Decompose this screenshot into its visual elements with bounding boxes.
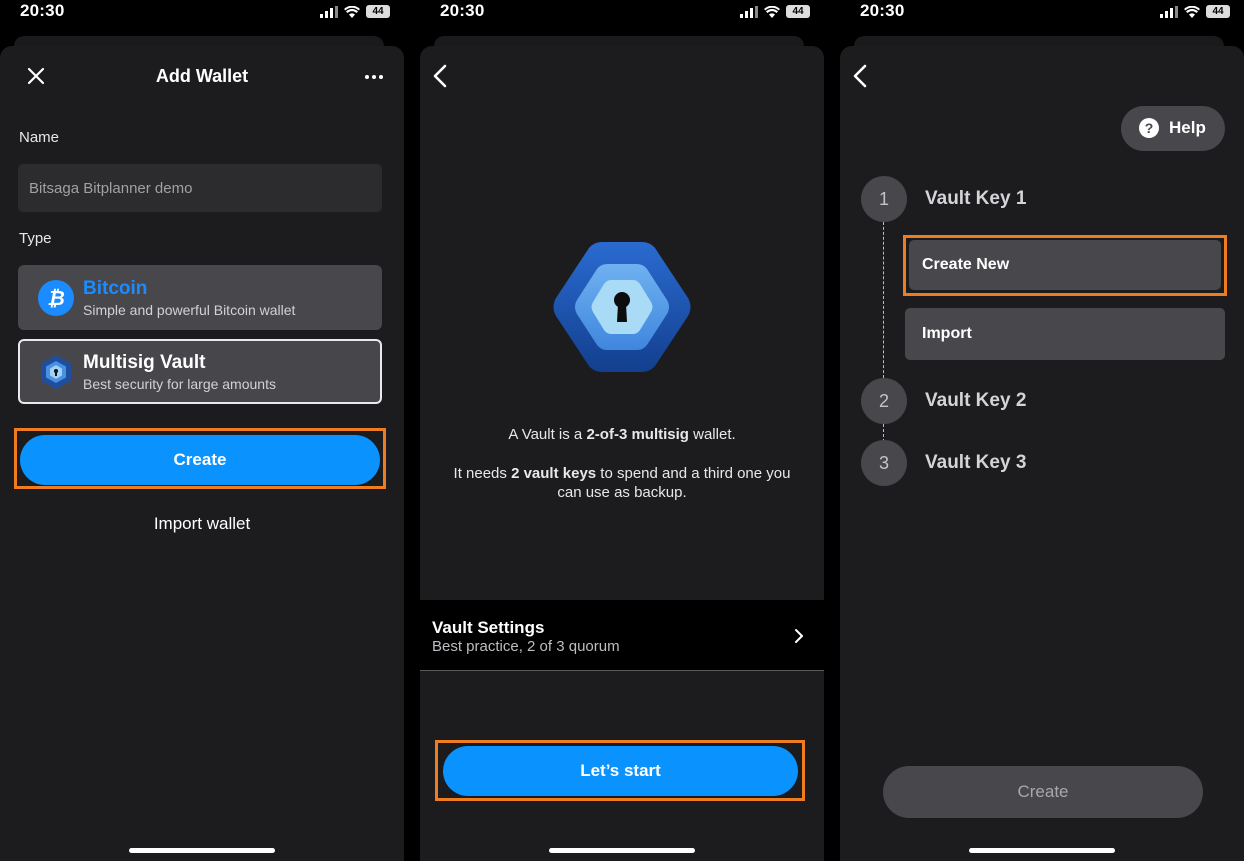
create-new-key-option[interactable]: Create New <box>909 240 1221 290</box>
status-bar: 20:30 44 <box>840 0 1244 26</box>
wallet-type-bitcoin[interactable]: ₿ Bitcoin Simple and powerful Bitcoin wa… <box>18 265 382 330</box>
back-arrow-icon[interactable] <box>428 62 454 90</box>
help-button[interactable]: ? Help <box>1121 106 1225 151</box>
type-label: Type <box>19 230 52 247</box>
wifi-icon <box>344 5 360 18</box>
import-key-option[interactable]: Import <box>905 308 1225 360</box>
name-label: Name <box>19 129 60 146</box>
home-indicator <box>129 848 275 853</box>
status-time: 20:30 <box>20 1 65 20</box>
home-indicator <box>969 848 1115 853</box>
vault-settings-row[interactable]: Vault Settings Best practice, 2 of 3 quo… <box>420 600 824 671</box>
bitcoin-subtitle: Simple and powerful Bitcoin wallet <box>83 302 296 318</box>
signal-icon <box>320 5 338 18</box>
add-wallet-screen: 20:30 44 Add Wallet Name Type ₿ Bitcoin … <box>0 0 404 861</box>
more-options-icon[interactable] <box>364 72 384 82</box>
battery-icon: 44 <box>786 5 810 18</box>
create-button-disabled[interactable]: Create <box>883 766 1203 818</box>
create-button[interactable]: Create <box>20 435 380 485</box>
vault-description-line3: can use as backup. <box>557 484 687 501</box>
wallet-name-input[interactable] <box>18 164 382 212</box>
status-time: 20:30 <box>440 1 485 20</box>
vault-intro-screen: 20:30 44 A Vault is a 2-of-3 multisig wa… <box>420 0 824 861</box>
status-bar: 20:30 44 <box>420 0 824 26</box>
status-time: 20:30 <box>860 1 905 20</box>
bitcoin-title: Bitcoin <box>83 278 148 299</box>
step-3-badge: 3 <box>861 440 907 486</box>
wifi-icon <box>1184 5 1200 18</box>
vault-intro-sheet <box>420 46 824 861</box>
step-2-label: Vault Key 2 <box>925 390 1027 411</box>
vault-logo-icon <box>553 242 691 372</box>
lets-start-button[interactable]: Let’s start <box>443 746 798 796</box>
vault-settings-subtitle: Best practice, 2 of 3 quorum <box>432 638 620 655</box>
battery-icon: 44 <box>1206 5 1230 18</box>
bitcoin-icon: ₿ <box>38 280 74 316</box>
wallet-type-multisig-vault[interactable]: Multisig Vault Best security for large a… <box>18 339 382 404</box>
status-bar: 20:30 44 <box>0 0 404 26</box>
signal-icon <box>1160 5 1178 18</box>
back-arrow-icon[interactable] <box>848 62 874 90</box>
steps-connector <box>883 222 884 378</box>
step-1-badge: 1 <box>861 176 907 222</box>
step-2-badge: 2 <box>861 378 907 424</box>
vault-description-line1: A Vault is a 2-of-3 multisig wallet. <box>508 426 736 443</box>
chevron-right-icon <box>795 629 803 643</box>
wifi-icon <box>764 5 780 18</box>
vault-description-line2: It needs 2 vault keys to spend and a thi… <box>453 465 791 482</box>
home-indicator <box>549 848 695 853</box>
step-3-label: Vault Key 3 <box>925 452 1027 473</box>
vault-keys-screen: 20:30 44 ? Help 1 Vault Key 1 Create New… <box>840 0 1244 861</box>
page-title: Add Wallet <box>155 66 249 86</box>
vault-settings-title: Vault Settings <box>432 618 545 637</box>
step-1-label: Vault Key 1 <box>925 188 1027 209</box>
svg-text:₿: ₿ <box>47 288 65 310</box>
multisig-title: Multisig Vault <box>83 352 206 373</box>
multisig-subtitle: Best security for large amounts <box>83 376 276 392</box>
import-wallet-link[interactable]: Import wallet <box>0 514 404 534</box>
signal-icon <box>740 5 758 18</box>
help-label: Help <box>1169 118 1206 137</box>
vault-icon <box>41 355 71 389</box>
help-icon: ? <box>1139 118 1159 138</box>
battery-icon: 44 <box>366 5 390 18</box>
